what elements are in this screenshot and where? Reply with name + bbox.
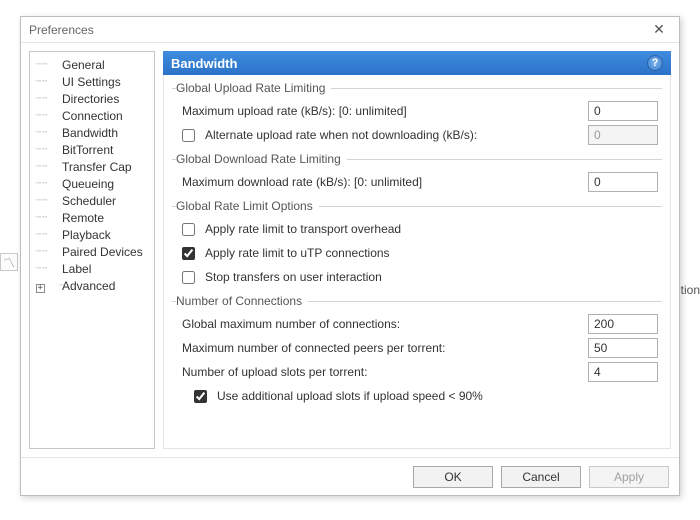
group-upload: Global Upload Rate Limiting Maximum uplo… [172,81,662,147]
nav-item-remote[interactable]: ┈┈Remote [32,209,152,226]
peers-input[interactable] [588,338,658,358]
preferences-dialog: Preferences ✕ ┈┈General ┈┈UI Settings ┈┈… [20,16,680,496]
nav-item-directories[interactable]: ┈┈Directories [32,90,152,107]
group-options-legend: Global Rate Limit Options [176,199,319,213]
category-tree[interactable]: ┈┈General ┈┈UI Settings ┈┈Directories ┈┈… [29,51,155,449]
dialog-title: Preferences [29,23,94,37]
group-upload-legend: Global Upload Rate Limiting [176,81,331,95]
nav-item-connection[interactable]: ┈┈Connection [32,107,152,124]
slots-input[interactable] [588,362,658,382]
nav-item-general[interactable]: ┈┈General [32,56,152,73]
group-connections: Number of Connections Global maximum num… [172,294,662,408]
ok-button[interactable]: OK [413,466,493,488]
extra-slots-checkbox[interactable] [194,390,207,403]
alt-upload-checkbox[interactable] [182,129,195,142]
settings-pane: Global Upload Rate Limiting Maximum uplo… [163,75,671,449]
cancel-button[interactable]: Cancel [501,466,581,488]
max-download-label: Maximum download rate (kB/s): [0: unlimi… [182,175,582,189]
nav-item-label[interactable]: ┈┈Label [32,260,152,277]
group-connections-legend: Number of Connections [176,294,308,308]
dialog-footer: OK Cancel Apply [21,457,679,495]
extra-slots-label: Use additional upload slots if upload sp… [217,389,658,403]
nav-item-queueing[interactable]: ┈┈Queueing [32,175,152,192]
apply-button[interactable]: Apply [589,466,669,488]
expand-icon[interactable]: + [36,284,45,293]
stop-checkbox[interactable] [182,271,195,284]
overhead-checkbox[interactable] [182,223,195,236]
close-icon: ✕ [653,21,665,38]
group-download: Global Download Rate Limiting Maximum do… [172,152,662,194]
utp-checkbox[interactable] [182,247,195,260]
bg-fragment-text: ition [678,283,700,297]
nav-item-scheduler[interactable]: ┈┈Scheduler [32,192,152,209]
max-upload-input[interactable] [588,101,658,121]
max-upload-label: Maximum upload rate (kB/s): [0: unlimite… [182,104,582,118]
close-button[interactable]: ✕ [639,17,679,43]
nav-item-paired-devices[interactable]: ┈┈Paired Devices [32,243,152,260]
group-options: Global Rate Limit Options Apply rate lim… [172,199,662,289]
global-conn-input[interactable] [588,314,658,334]
alt-upload-input [588,125,658,145]
nav-item-playback[interactable]: ┈┈Playback [32,226,152,243]
nav-item-advanced[interactable]: + ┈ Advanced [32,277,152,294]
peers-label: Maximum number of connected peers per to… [182,341,582,355]
titlebar: Preferences ✕ [21,17,679,43]
section-header: Bandwidth ? [163,51,671,75]
nav-item-bandwidth[interactable]: ┈┈Bandwidth [32,124,152,141]
overhead-label: Apply rate limit to transport overhead [205,222,658,236]
nav-item-transfer-cap[interactable]: ┈┈Transfer Cap [32,158,152,175]
global-conn-label: Global maximum number of connections: [182,317,582,331]
slots-label: Number of upload slots per torrent: [182,365,582,379]
alt-upload-label: Alternate upload rate when not downloadi… [205,128,582,142]
stop-label: Stop transfers on user interaction [205,270,658,284]
utp-label: Apply rate limit to uTP connections [205,246,658,260]
max-download-input[interactable] [588,172,658,192]
bg-chart-icon: 〽 [0,253,18,271]
nav-item-bittorrent[interactable]: ┈┈BitTorrent [32,141,152,158]
group-download-legend: Global Download Rate Limiting [176,152,347,166]
nav-item-ui-settings[interactable]: ┈┈UI Settings [32,73,152,90]
help-icon[interactable]: ? [647,55,663,71]
section-title: Bandwidth [171,56,237,71]
